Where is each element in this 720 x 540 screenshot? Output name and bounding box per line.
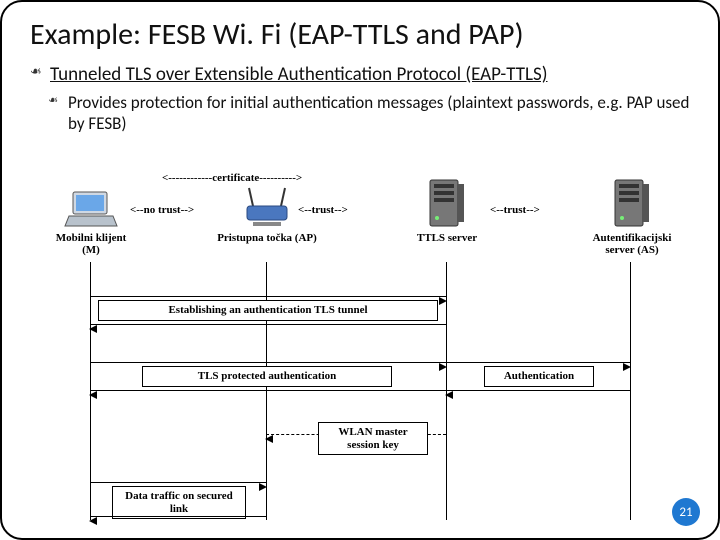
- node-ap-label: Pristupna točka (AP): [212, 232, 322, 244]
- box-data-traffic: Data traffic on secured link: [112, 486, 246, 519]
- slide-frame: Example: FESB Wi. Fi (EAP-TTLS and PAP) …: [0, 0, 720, 540]
- server-icon: [424, 178, 470, 230]
- node-ttls-label: TTLS server: [402, 232, 492, 244]
- no-trust-annotation: <--no trust-->: [130, 204, 194, 216]
- arrow-traffic-top: [90, 482, 266, 483]
- server-icon: [609, 178, 655, 230]
- arrow-establish-top: [90, 296, 446, 297]
- box-establish-tunnel: Establishing an authentication TLS tunne…: [98, 300, 438, 321]
- node-as: Autentifikacijski server (AS): [577, 178, 687, 256]
- laptop-icon: [63, 190, 119, 230]
- arrow-protected-top: [90, 362, 446, 363]
- bullet-level2: Provides protection for initial authenti…: [30, 92, 690, 135]
- node-ap: Pristupna točka (AP): [212, 186, 322, 244]
- arrow-auth-bottom: [446, 390, 630, 391]
- page-number: 21: [679, 505, 692, 520]
- protocol-diagram: <------------certificate----------> <--n…: [32, 172, 688, 526]
- box-wlan-key: WLAN master session key: [318, 422, 428, 455]
- trust-annotation-2: <--trust-->: [490, 204, 540, 216]
- node-ttls: TTLS server: [402, 178, 492, 244]
- slide-title: Example: FESB Wi. Fi (EAP-TTLS and PAP): [30, 16, 690, 53]
- certificate-annotation: <------------certificate---------->: [162, 172, 302, 184]
- node-client-label: Mobilni klijent (M): [46, 232, 136, 256]
- lifeline-as: [630, 262, 631, 520]
- arrow-auth-top: [446, 362, 630, 363]
- arrow-establish-bottom: [90, 324, 446, 325]
- node-client: Mobilni klijent (M): [46, 190, 136, 256]
- box-tls-protected: TLS protected authentication: [142, 366, 392, 387]
- access-point-icon: [239, 186, 295, 230]
- arrow-protected-bottom: [90, 390, 446, 391]
- arrow-traffic-bottom: [90, 516, 266, 517]
- bullet-level1: Tunneled TLS over Extensible Authenticat…: [30, 63, 690, 86]
- page-number-badge: 21: [672, 498, 700, 526]
- node-as-label: Autentifikacijski server (AS): [577, 232, 687, 256]
- box-authentication: Authentication: [484, 366, 594, 387]
